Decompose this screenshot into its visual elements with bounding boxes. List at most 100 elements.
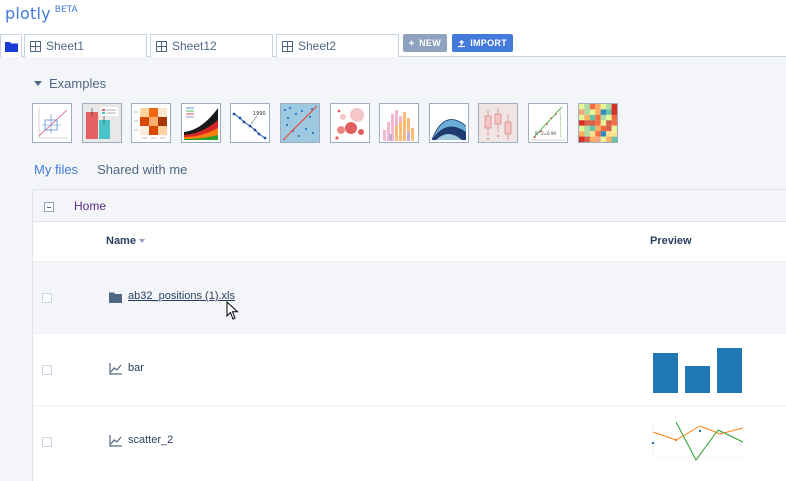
matrix-cell (605, 109, 612, 115)
example-heatmap-grid[interactable] (131, 103, 172, 143)
matrix-cell (594, 120, 601, 126)
tab-shared-with-me[interactable]: Shared with me (97, 162, 187, 177)
example-stacked-area[interactable] (180, 103, 221, 143)
example-fit-curve[interactable]: R^2=0.99 (527, 103, 568, 143)
scatter-chart-preview (651, 421, 746, 461)
file-row[interactable]: bar (33, 333, 786, 405)
tab-sheet12[interactable]: Sheet12 (150, 34, 273, 57)
matrix-cell (611, 125, 617, 132)
annotation-text: R^2=0.99 (535, 131, 556, 136)
matrix-cell (583, 114, 590, 121)
example-box-plot[interactable] (478, 103, 519, 143)
matrix-cell (605, 114, 612, 121)
annotation-text: 1990 (253, 111, 266, 117)
matrix-cell (600, 131, 606, 137)
matrix-cell (611, 120, 617, 126)
matrix-cell (583, 131, 590, 137)
matrix-cell (600, 114, 606, 121)
tab-sheet1[interactable]: Sheet1 (24, 34, 147, 57)
files-tabs: My files Shared with me (34, 162, 206, 177)
matrix-cell (583, 109, 590, 115)
example-color-matrix[interactable] (577, 103, 618, 143)
column-preview: Preview (650, 235, 692, 247)
matrix-cell (611, 114, 617, 121)
matrix-cell (578, 136, 585, 142)
upload-icon (458, 39, 466, 47)
matrix-cell (594, 104, 601, 110)
bar-chart-preview (653, 348, 742, 393)
column-name-label: Name (106, 235, 136, 247)
file-name[interactable]: scatter_2 (128, 434, 173, 446)
matrix-cell (611, 131, 617, 137)
matrix-cell (611, 104, 617, 110)
examples-toggle[interactable]: Examples (34, 76, 106, 91)
breadcrumb: Home (33, 190, 786, 222)
grid-icon (282, 40, 293, 52)
matrix-cell (578, 120, 585, 126)
folder-icon (109, 292, 122, 303)
matrix-cell (594, 131, 601, 137)
new-button-label: NEW (419, 38, 441, 48)
example-bubbles[interactable] (329, 103, 370, 143)
preview-bar (717, 348, 742, 393)
matrix-cell (578, 109, 585, 115)
row-checkbox[interactable] (42, 437, 52, 447)
matrix-cell (611, 109, 617, 115)
tab-label: Sheet12 (172, 39, 217, 53)
tab-sheet2[interactable]: Sheet2 (276, 34, 399, 57)
caret-down-icon (34, 81, 42, 86)
matrix-cell (600, 120, 606, 126)
matrix-cell (583, 104, 590, 110)
example-scatter-diagonal[interactable] (279, 103, 320, 143)
preview-bar (653, 353, 678, 393)
example-histograms[interactable] (379, 103, 420, 143)
column-name[interactable]: Name (106, 235, 145, 247)
matrix-cell (583, 136, 590, 142)
brand-name: plotly (5, 4, 51, 23)
matrix-cell (589, 120, 595, 126)
matrix-cell (605, 131, 612, 137)
new-button[interactable]: NEW (403, 34, 447, 52)
file-browser: Home Name Preview ab32_positions (1).xls (32, 189, 786, 481)
grid-icon (156, 40, 167, 52)
matrix-cell (589, 104, 595, 110)
example-filled-area[interactable] (428, 103, 469, 143)
matrix-cell (605, 136, 612, 142)
file-row[interactable]: ab32_positions (1).xls (33, 261, 786, 333)
main-area: Examples 1990 R^2=0.99 My files Shared w… (0, 57, 786, 481)
examples-label: Examples (49, 76, 107, 91)
matrix-cell (594, 114, 601, 121)
beta-badge: BETA (54, 5, 78, 15)
matrix-cell (600, 125, 606, 132)
matrix-cell (605, 120, 612, 126)
breadcrumb-home[interactable]: Home (74, 199, 106, 213)
line-chart-icon (109, 435, 122, 447)
matrix-cell (594, 136, 601, 142)
example-bar-legend[interactable] (81, 103, 122, 143)
matrix-cell (600, 109, 606, 115)
matrix-cell (589, 125, 595, 132)
tab-my-files[interactable]: My files (34, 162, 78, 177)
example-line-annotation[interactable]: 1990 (230, 103, 271, 143)
file-row[interactable]: scatter_2 (33, 405, 786, 477)
folder-icon (4, 41, 18, 52)
plotly-logo[interactable]: plotly BETA (5, 4, 78, 26)
matrix-cell (605, 104, 612, 110)
example-error-bars[interactable] (32, 103, 72, 143)
matrix-cell (589, 136, 595, 142)
file-name-link[interactable]: ab32_positions (1).xls (128, 290, 235, 302)
row-checkbox[interactable] (42, 365, 52, 375)
line-chart-icon (109, 363, 122, 375)
file-name[interactable]: bar (128, 362, 144, 374)
matrix-cell (611, 136, 617, 142)
plus-icon (409, 40, 415, 46)
tab-strip: Sheet1 Sheet12 Sheet2 NEW IMPORT (0, 33, 786, 57)
collapse-icon[interactable] (44, 202, 54, 212)
row-checkbox[interactable] (42, 293, 52, 303)
matrix-cell (583, 120, 590, 126)
import-button[interactable]: IMPORT (452, 34, 513, 52)
matrix-cell (594, 125, 601, 132)
tab-files[interactable] (0, 34, 22, 57)
matrix-cell (605, 125, 612, 132)
matrix-cell (589, 114, 595, 121)
